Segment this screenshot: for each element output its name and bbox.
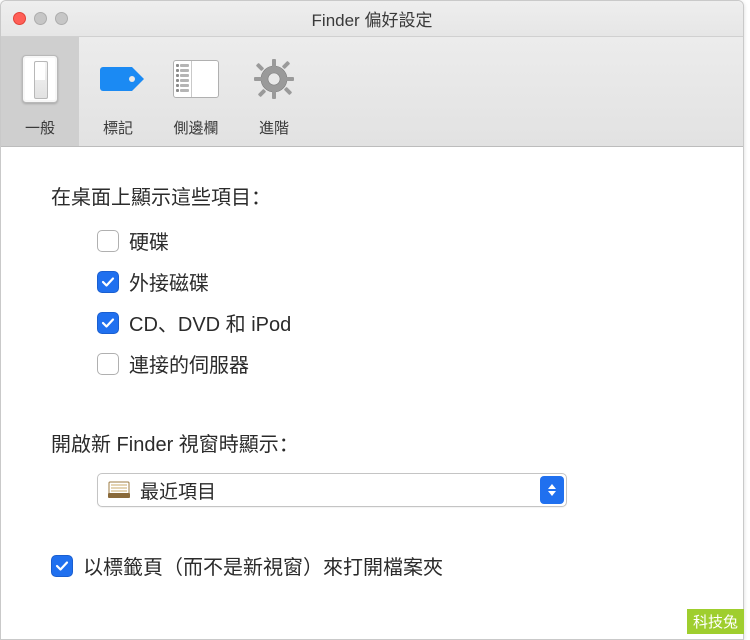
close-button[interactable] [13, 12, 26, 25]
general-icon [16, 55, 64, 103]
tab-general[interactable]: 一般 [1, 37, 79, 146]
minimize-button[interactable] [34, 12, 47, 25]
checkbox-servers-label: 連接的伺服器 [129, 349, 249, 378]
watermark: 科技兔 [687, 609, 744, 634]
checkbox-tabs-label: 以標籤頁（而不是新視窗）來打開檔案夾 [83, 551, 443, 580]
checkbox-harddisk[interactable] [97, 230, 119, 252]
sidebar-icon [172, 55, 220, 103]
preferences-window: Finder 偏好設定 一般 標記 [0, 0, 744, 640]
checkbox-external[interactable] [97, 271, 119, 293]
checkbox-cddvd-label: CD、DVD 和 iPod [129, 308, 291, 337]
traffic-lights [1, 12, 68, 25]
gear-icon [250, 55, 298, 103]
checkbox-cddvd[interactable] [97, 312, 119, 334]
window-title: Finder 偏好設定 [1, 6, 743, 31]
fullscreen-button[interactable] [55, 12, 68, 25]
content-panel: 在桌面上顯示這些項目： 硬碟 外接磁碟 CD、DVD 和 iPod [1, 147, 743, 639]
recents-icon [104, 478, 134, 502]
toolbar: 一般 標記 [1, 37, 743, 147]
tab-advanced[interactable]: 進階 [235, 37, 313, 146]
checkbox-harddisk-label: 硬碟 [129, 226, 169, 255]
tab-sidebar-label: 側邊欄 [173, 117, 218, 138]
check-row-servers: 連接的伺服器 [97, 349, 693, 378]
check-row-external: 外接磁碟 [97, 267, 693, 296]
titlebar: Finder 偏好設定 [1, 1, 743, 37]
desktop-items-heading: 在桌面上顯示這些項目： [51, 181, 693, 210]
new-window-heading: 開啟新 Finder 視窗時顯示： [51, 428, 693, 457]
checkbox-tabs[interactable] [51, 555, 73, 577]
tab-advanced-label: 進階 [259, 117, 289, 138]
checkbox-external-label: 外接磁碟 [129, 267, 209, 296]
dropdown-row: 最近項目 [97, 473, 693, 507]
tab-tags[interactable]: 標記 [79, 37, 157, 146]
chevron-up-down-icon [540, 476, 564, 504]
tag-icon [94, 55, 142, 103]
check-row-harddisk: 硬碟 [97, 226, 693, 255]
tab-tags-label: 標記 [103, 117, 133, 138]
tabs-check-row: 以標籤頁（而不是新視窗）來打開檔案夾 [51, 551, 693, 580]
desktop-items-list: 硬碟 外接磁碟 CD、DVD 和 iPod 連接的伺服器 [97, 226, 693, 378]
tab-general-label: 一般 [25, 117, 55, 138]
tab-sidebar[interactable]: 側邊欄 [157, 37, 235, 146]
dropdown-selected-label: 最近項目 [140, 477, 216, 504]
new-window-dropdown[interactable]: 最近項目 [97, 473, 567, 507]
checkbox-servers[interactable] [97, 353, 119, 375]
check-row-cddvd: CD、DVD 和 iPod [97, 308, 693, 337]
